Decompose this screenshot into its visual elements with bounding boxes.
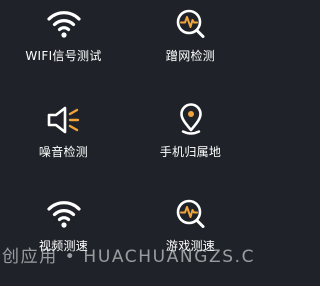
phone-location-tile[interactable]: 手机归属地 xyxy=(127,100,254,192)
game-speed-test-label: 游戏测速 xyxy=(165,239,216,253)
pulse-search-icon xyxy=(127,196,254,232)
freeloader-check-tile[interactable]: 蹭网检测 xyxy=(127,0,254,92)
tool-grid: WIFI信号测试 蹭网检测 噪音检测 手机归属地 视频测速 游戏测速 xyxy=(0,0,254,276)
noise-check-label: 噪音检测 xyxy=(38,145,89,159)
location-pin-icon xyxy=(127,102,254,138)
phone-location-label: 手机归属地 xyxy=(159,145,222,159)
wifi-icon xyxy=(0,196,127,232)
wifi-icon xyxy=(0,6,127,42)
wifi-signal-test-label: WIFI信号测试 xyxy=(25,49,102,63)
video-speed-test-label: 视频测速 xyxy=(38,239,89,253)
speaker-icon xyxy=(0,102,127,138)
video-speed-test-tile[interactable]: 视频测速 xyxy=(0,194,127,286)
wifi-signal-test-tile[interactable]: WIFI信号测试 xyxy=(0,0,127,92)
pulse-search-icon xyxy=(127,6,254,42)
noise-check-tile[interactable]: 噪音检测 xyxy=(0,100,127,192)
freeloader-check-label: 蹭网检测 xyxy=(165,49,216,63)
game-speed-test-tile[interactable]: 游戏测速 xyxy=(127,194,254,286)
